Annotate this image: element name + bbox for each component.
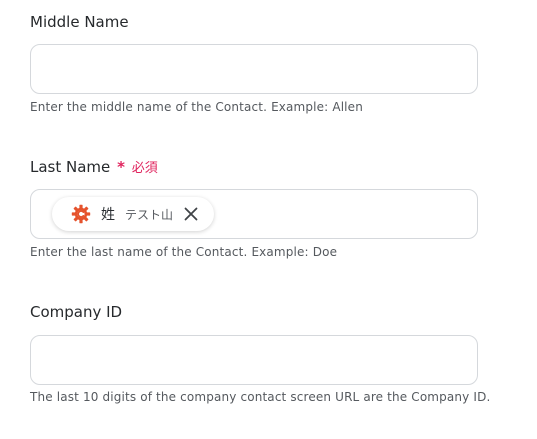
variable-chip[interactable]: 姓 テスト山	[52, 197, 214, 231]
last-name-label-row: Last Name * 必須	[30, 157, 500, 177]
last-name-hint: Enter the last name of the Contact. Exam…	[30, 245, 338, 259]
chip-field-name: 姓	[101, 207, 115, 223]
gear-cog-icon	[71, 204, 91, 224]
last-name-label: Last Name	[30, 158, 111, 176]
chip-field-value: テスト山	[125, 207, 174, 222]
last-name-field: Last Name * 必須 姓 テスト山 Enter the last nam…	[30, 157, 500, 259]
company-id-label: Company ID	[30, 303, 123, 321]
required-badge: 必須	[131, 161, 158, 176]
required-asterisk: *	[117, 158, 125, 176]
middle-name-input[interactable]	[30, 44, 478, 94]
last-name-input[interactable]: 姓 テスト山	[30, 189, 478, 239]
company-id-field: Company ID The last 10 digits of the com…	[30, 302, 500, 404]
middle-name-hint: Enter the middle name of the Contact. Ex…	[30, 100, 363, 114]
close-icon[interactable]	[183, 206, 199, 222]
company-id-input[interactable]	[30, 335, 478, 385]
middle-name-field: Middle Name Enter the middle name of the…	[30, 12, 500, 114]
middle-name-label: Middle Name	[30, 13, 129, 31]
company-id-hint: The last 10 digits of the company contac…	[30, 390, 491, 404]
